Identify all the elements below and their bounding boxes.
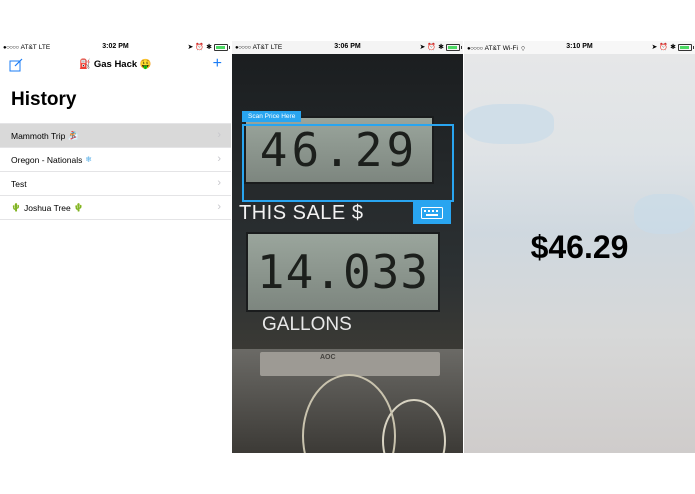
alarm-icon: ⏰ [427, 44, 437, 51]
gallons-label: GALLONS [262, 314, 352, 335]
blur-blob [634, 194, 694, 234]
list-item[interactable]: Mammoth Trip 🏂 › [0, 124, 231, 148]
gallons-display: 14.033 [246, 232, 440, 312]
this-sale-label: THIS SALE $ [239, 202, 364, 224]
chevron-right-icon: › [217, 177, 221, 189]
list-item[interactable]: Test › [0, 172, 231, 196]
money-face-icon: 🤑 [139, 59, 152, 70]
bluetooth-icon: ✱ [438, 44, 444, 51]
history-list: Mammoth Trip 🏂 › Oregon - Nationals ❄ › … [0, 123, 231, 220]
monitor-brand: AOC [320, 354, 336, 361]
status-bar: ●○○○○ AT&T LTE 3:06 PM ➤ ⏰ ✱ [232, 41, 463, 54]
chevron-right-icon: › [217, 153, 221, 165]
status-bar: ●○○○○ AT&T Wi-Fi ⌔ 3:10 PM ➤ ⏰ ✱ [464, 41, 695, 54]
location-icon: ➤ [187, 44, 194, 51]
gas-pump-icon: ⛽ [79, 59, 92, 70]
snowboard-icon: 🏂 [68, 131, 79, 140]
bluetooth-icon: ✱ [206, 44, 212, 51]
cactus-icon: 🌵 [73, 203, 84, 212]
list-item[interactable]: 🌵 Joshua Tree 🌵 › [0, 196, 231, 220]
scan-price-label: Scan Price Here [242, 111, 302, 122]
list-item-label: Mammoth Trip [11, 130, 66, 141]
list-item-label: Test [11, 178, 27, 189]
chevron-right-icon: › [217, 201, 221, 213]
scanner-screen: ●○○○○ AT&T LTE 3:06 PM ➤ ⏰ ✱ 46.29 Scan … [232, 41, 463, 453]
alarm-icon: ⏰ [195, 44, 205, 51]
history-screen: ●○○○○ AT&T LTE 3:02 PM ➤ ⏰ ✱ ⛽ Gas Hack … [0, 41, 231, 453]
cactus-icon: 🌵 [11, 203, 21, 212]
price-result: $46.29 [530, 229, 629, 265]
list-item-label: Oregon - Nationals [11, 154, 83, 165]
blur-blob [464, 104, 554, 144]
bluetooth-icon: ✱ [670, 44, 676, 51]
list-item[interactable]: Oregon - Nationals ❄ › [0, 148, 231, 172]
chevron-right-icon: › [217, 129, 221, 141]
keyboard-button[interactable] [413, 201, 451, 224]
monitor-bezel [260, 352, 440, 376]
result-screen: ●○○○○ AT&T Wi-Fi ⌔ 3:10 PM ➤ ⏰ ✱ $46.29 [464, 41, 695, 453]
battery-icon [678, 43, 694, 51]
keyboard-icon [421, 206, 443, 219]
location-icon: ➤ [419, 44, 426, 51]
scan-region[interactable] [242, 124, 454, 202]
add-button[interactable]: + [213, 54, 222, 74]
battery-icon [446, 43, 462, 51]
nav-title: ⛽ Gas Hack 🤑 [79, 59, 152, 70]
status-bar: ●○○○○ AT&T LTE 3:02 PM ➤ ⏰ ✱ [0, 41, 231, 54]
location-icon: ➤ [651, 44, 658, 51]
snowflake-icon: ❄ [85, 155, 93, 164]
battery-icon [214, 43, 230, 51]
alarm-icon: ⏰ [659, 44, 669, 51]
list-item-label: Joshua Tree [23, 202, 71, 213]
page-title: History [11, 89, 77, 110]
camera-view: 46.29 Scan Price Here THIS SALE $ 14.033… [232, 54, 463, 453]
navigation-bar: ⛽ Gas Hack 🤑 + [0, 54, 231, 76]
